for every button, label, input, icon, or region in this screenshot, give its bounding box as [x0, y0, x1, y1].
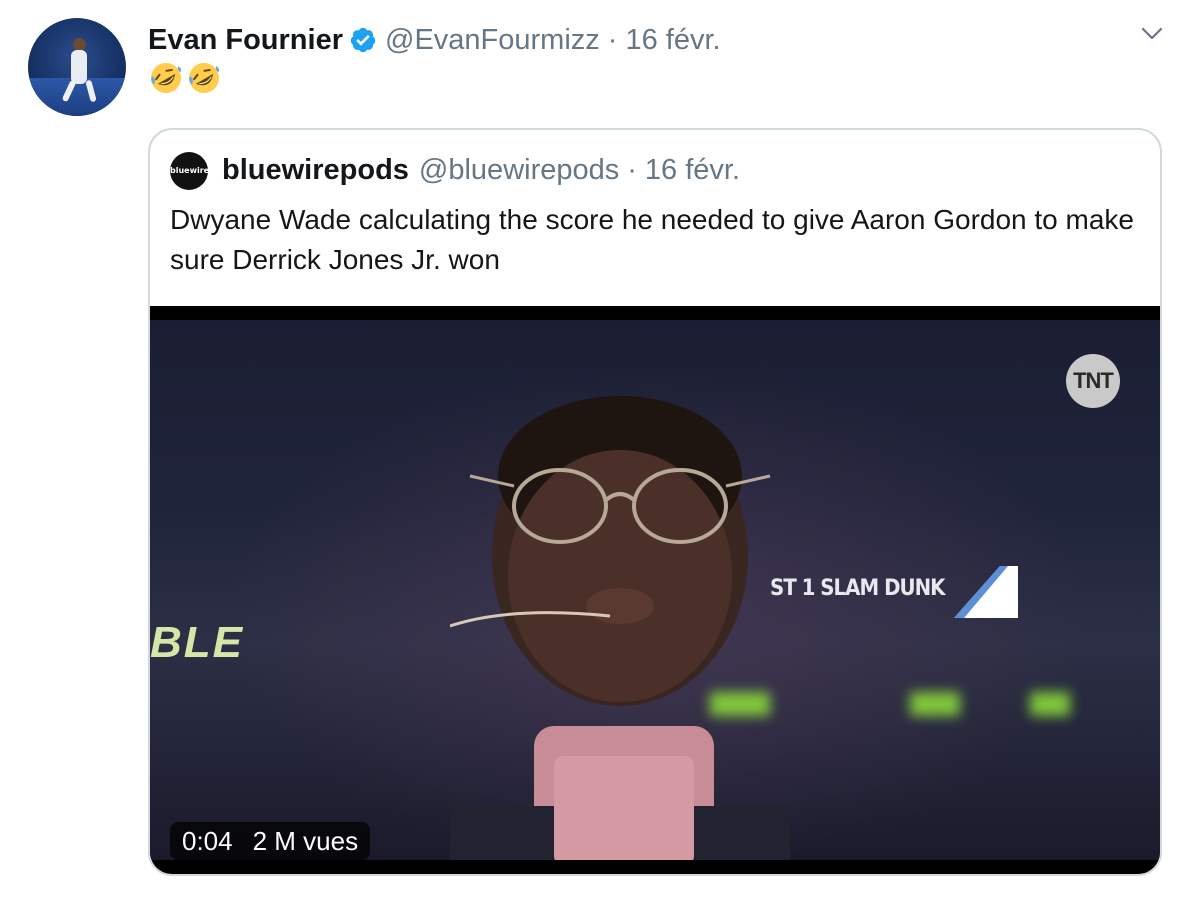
video-player[interactable]: BLE ST 1 SLAM DUNK TNT 0:04 2 M vues [150, 306, 1160, 874]
rolling-on-floor-laughing-emoji-icon [189, 63, 220, 93]
separator-dot: · [607, 23, 618, 56]
person-silhouette [450, 396, 790, 860]
arena-light [1030, 692, 1070, 716]
quoted-tweet-date[interactable]: 16 févr. [645, 154, 740, 187]
tweet[interactable]: Evan Fournier @EvanFourmizz · 16 févr. b… [0, 0, 1196, 898]
video-frame[interactable]: BLE ST 1 SLAM DUNK TNT [150, 320, 1160, 860]
author-display-name[interactable]: Evan Fournier [148, 24, 343, 57]
tweet-date[interactable]: 16 févr. [625, 24, 720, 57]
chevron-down-icon[interactable] [1140, 24, 1164, 44]
separator-dot: · [627, 153, 637, 186]
arena-light [910, 692, 960, 716]
quoted-author-handle[interactable]: @bluewirepods [419, 154, 619, 187]
video-view-count: 2 M vues [252, 825, 359, 856]
author-handle[interactable]: @EvanFourmizz [385, 24, 600, 57]
quoted-tweet-text: Dwyane Wade calculating the score he nee… [170, 204, 1134, 275]
video-stats-badge: 0:04 2 M vues [170, 822, 371, 860]
avatar-player-body [71, 50, 87, 84]
arena-banner: ST 1 SLAM DUNK [770, 576, 945, 601]
quoted-author-avatar[interactable]: bluewire [170, 152, 209, 190]
arena-logo-icon [954, 566, 1018, 618]
video-duration: 0:04 [182, 825, 233, 856]
author-avatar[interactable] [28, 18, 126, 116]
tnt-watermark: TNT [1066, 354, 1120, 408]
tweet-header: Evan Fournier @EvanFourmizz · 16 févr. [148, 20, 721, 60]
quoted-tweet-header: bluewirepods @bluewirepods · 16 févr. [222, 150, 740, 190]
tweet-body [148, 60, 222, 96]
quoted-author-display-name[interactable]: bluewirepods [222, 154, 409, 187]
verified-badge-icon [350, 27, 376, 53]
quoted-tweet[interactable]: bluewire bluewirepods @bluewirepods · 16… [148, 128, 1162, 876]
rolling-on-floor-laughing-emoji-icon [151, 63, 182, 93]
arena-banner-left: BLE [150, 618, 244, 667]
